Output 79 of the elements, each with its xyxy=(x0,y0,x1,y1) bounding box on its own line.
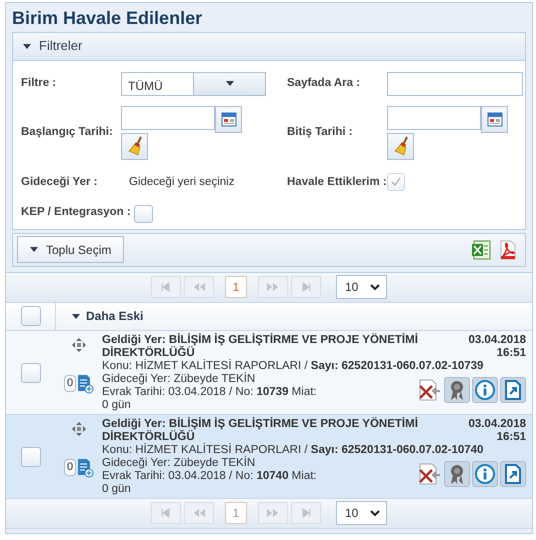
caret-icon xyxy=(23,44,31,49)
field-label: Filtre : xyxy=(21,76,58,91)
document-info: Evrak Tarihi: 03.04.2018 / No: 10740 Miat: xyxy=(102,470,318,483)
bulk-select-button[interactable]: Toplu Seçim xyxy=(17,236,124,264)
checkbox[interactable] xyxy=(21,446,41,467)
expand-icon xyxy=(503,464,523,484)
document-cross-icon xyxy=(417,378,441,402)
spreadsheet-icon[interactable] xyxy=(471,240,491,260)
due-text: 0 gün xyxy=(102,398,132,412)
count-badge: 0 xyxy=(64,375,76,392)
field-label: KEP / Entegrasyon : xyxy=(21,204,132,220)
checkbox[interactable] xyxy=(20,306,40,326)
date-field[interactable] xyxy=(121,106,215,130)
sender-text: Geldiği Yer: BİLİŞİM İŞ GELİŞTİRME VE PROJE YÖNETİMİ DİREKTÖRLÜĞÜ xyxy=(102,334,419,359)
move-icon[interactable] xyxy=(72,338,86,352)
destination-picker[interactable]: Gideceği yeri seçiniz xyxy=(121,174,287,192)
date-field[interactable] xyxy=(387,106,481,130)
field-label: Başlangıç Tarihi: xyxy=(21,124,114,140)
subject-text: Konu: HİZMET KALİTESİ RAPORLARI / Sayı: 62520131-060.07.02-10740 xyxy=(102,444,484,456)
certificate-button[interactable] xyxy=(444,376,470,403)
document-cross-icon xyxy=(417,462,441,486)
document-info: Evrak Tarihi: 03.04.2018 / No: 10739 Miat: xyxy=(102,386,318,399)
info-button[interactable] xyxy=(472,460,498,487)
certificate-button[interactable] xyxy=(444,460,470,487)
destination-text: Gideceği Yer: Zübeyde TEKİN xyxy=(102,456,256,470)
count-badge: 0 xyxy=(64,459,76,476)
checkbox[interactable] xyxy=(134,204,153,223)
filter-dropdown[interactable]: TÜMÜ xyxy=(121,72,266,96)
checkbox[interactable] xyxy=(21,362,41,383)
panel-header[interactable]: Filtreler xyxy=(13,32,525,61)
clear-button[interactable] xyxy=(121,132,148,160)
field-label: Gideceği Yer : xyxy=(21,174,98,190)
expand-icon xyxy=(503,380,523,400)
search-field[interactable] xyxy=(387,72,523,96)
info-button[interactable] xyxy=(472,376,498,403)
table-row[interactable] xyxy=(6,330,532,415)
page-size-select[interactable]: 10 xyxy=(336,501,387,526)
chevron-icon xyxy=(370,284,380,291)
calendar-button[interactable] xyxy=(215,106,242,133)
date-text: 03.04.2018 xyxy=(468,418,526,431)
remove-button[interactable] xyxy=(416,376,442,403)
due-text: 0 gün xyxy=(102,482,132,496)
table-row[interactable] xyxy=(6,414,532,499)
ribbon-icon xyxy=(448,462,466,485)
calendar-icon xyxy=(220,110,238,128)
panel-title: Filtreler xyxy=(39,37,82,56)
subject-text: Konu: HİZMET KALİTESİ RAPORLARI / Sayı: 62520131-060.07.02-10739 xyxy=(102,360,484,372)
page-size-select[interactable]: 10 xyxy=(336,275,387,300)
date-text: 03.04.2018 xyxy=(468,334,526,347)
info-icon xyxy=(475,380,495,400)
checkbox[interactable] xyxy=(387,172,405,191)
broom-icon xyxy=(126,135,144,158)
note-add-icon[interactable] xyxy=(76,458,94,478)
caret-icon xyxy=(30,247,38,252)
field-label: Sayfada Ara : xyxy=(287,76,362,91)
page-number[interactable]: 1 xyxy=(225,276,247,298)
broom-icon xyxy=(392,135,410,158)
move-icon[interactable] xyxy=(72,422,86,436)
remove-button[interactable] xyxy=(416,460,442,487)
chevron-icon xyxy=(370,510,380,517)
pdf-icon[interactable] xyxy=(499,240,517,260)
open-button[interactable] xyxy=(500,376,526,403)
caret-icon xyxy=(72,314,80,319)
destination-text: Gideceği Yer: Zübeyde TEKİN xyxy=(102,372,256,386)
calendar-button[interactable] xyxy=(481,106,508,133)
time-text: 16:51 xyxy=(496,430,526,444)
note-add-icon[interactable] xyxy=(76,374,94,394)
field-label: Bitiş Tarihi : xyxy=(287,124,354,140)
check-icon xyxy=(391,177,401,186)
page-title: Birim Havale Edilenler xyxy=(12,7,204,30)
field-label: Havale Ettiklerim : xyxy=(287,174,387,190)
info-icon xyxy=(475,464,495,484)
clear-button[interactable] xyxy=(387,132,414,160)
time-text: 16:51 xyxy=(496,346,526,360)
ribbon-icon xyxy=(448,378,466,401)
sender-text: Geldiği Yer: BİLİŞİM İŞ GELİŞTİRME VE PROJE YÖNETİMİ DİREKTÖRLÜĞÜ xyxy=(102,418,419,443)
caret-icon xyxy=(226,81,234,86)
calendar-icon xyxy=(486,110,504,128)
open-button[interactable] xyxy=(500,460,526,487)
